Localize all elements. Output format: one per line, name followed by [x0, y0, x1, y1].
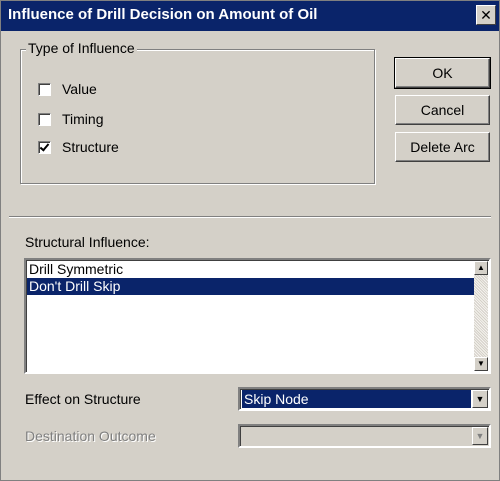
cancel-button[interactable]: Cancel — [395, 95, 490, 125]
timing-checkbox[interactable] — [38, 112, 51, 126]
structural-influence-label: Structural Influence: — [25, 234, 150, 250]
value-label: Value — [62, 81, 97, 97]
timing-option[interactable]: Timing — [38, 110, 104, 128]
destination-outcome-select: ▼ — [238, 424, 491, 448]
dialog-window: Influence of Drill Decision on Amount of… — [0, 0, 500, 481]
title-bar[interactable]: Influence of Drill Decision on Amount of… — [1, 1, 499, 31]
list-item[interactable]: Drill Symmetric — [27, 261, 477, 278]
value-checkbox[interactable] — [38, 82, 51, 96]
structure-option[interactable]: Structure — [38, 138, 119, 156]
chevron-down-icon: ▼ — [472, 427, 488, 445]
destination-outcome-label: Destination Outcome — [25, 428, 156, 444]
scroll-up-icon[interactable]: ▲ — [474, 261, 488, 275]
timing-label: Timing — [62, 111, 104, 127]
type-of-influence-group: Type of Influence Value Timing Structure — [20, 40, 375, 184]
effect-on-structure-label: Effect on Structure — [25, 391, 141, 407]
close-icon[interactable]: ✕ — [476, 5, 496, 25]
scroll-down-icon[interactable]: ▼ — [474, 357, 488, 371]
chevron-down-icon[interactable]: ▼ — [472, 390, 488, 408]
vertical-scrollbar[interactable]: ▲ ▼ — [474, 261, 488, 371]
value-option[interactable]: Value — [38, 80, 97, 98]
structure-checkbox[interactable] — [38, 140, 51, 154]
delete-arc-button[interactable]: Delete Arc — [395, 132, 490, 162]
list-item-selected[interactable]: Don't Drill Skip — [27, 278, 477, 295]
ok-button[interactable]: OK — [394, 57, 491, 89]
structure-label: Structure — [62, 139, 119, 155]
window-title: Influence of Drill Decision on Amount of… — [8, 6, 318, 23]
structural-influence-list[interactable]: Drill Symmetric Don't Drill Skip ▲ ▼ — [24, 258, 491, 374]
type-of-influence-legend: Type of Influence — [26, 40, 137, 56]
separator — [9, 216, 491, 218]
effect-on-structure-value: Skip Node — [242, 390, 471, 408]
effect-on-structure-select[interactable]: Skip Node ▼ — [238, 387, 491, 411]
